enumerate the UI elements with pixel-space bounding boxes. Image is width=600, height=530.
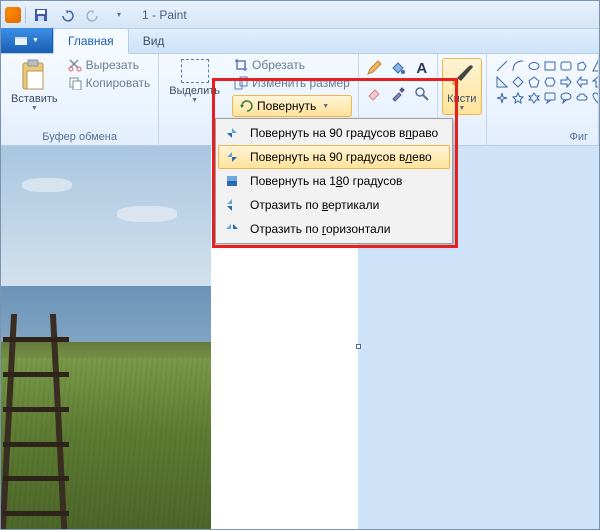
copy-button[interactable]: Копировать xyxy=(66,75,153,91)
clipboard-icon xyxy=(19,59,49,91)
menu-rotate-right-90[interactable]: Повернуть на 90 градусов вправо xyxy=(218,121,450,145)
magnifier-icon xyxy=(414,86,430,102)
file-menu-button[interactable]: ▼ xyxy=(1,28,53,53)
resize-button[interactable]: Изменить размер xyxy=(232,75,352,91)
shape-star5-icon[interactable] xyxy=(511,91,525,105)
group-shapes: Фиг xyxy=(487,54,599,145)
cut-button[interactable]: Вырезать xyxy=(66,57,153,73)
rotate-icon xyxy=(239,99,253,113)
flip-horizontal-icon xyxy=(224,221,240,237)
eyedropper-icon xyxy=(390,86,406,102)
shape-diamond-icon[interactable] xyxy=(511,75,525,89)
rotate-menu: Повернуть на 90 градусов вправо Повернут… xyxy=(215,118,453,244)
chevron-down-icon: ▼ xyxy=(32,37,39,44)
fill-tool[interactable] xyxy=(387,57,409,79)
copy-label: Копировать xyxy=(86,76,151,90)
shape-arrow-left-icon[interactable] xyxy=(575,75,589,89)
eraser-tool[interactable] xyxy=(363,83,385,105)
cut-label: Вырезать xyxy=(86,58,139,72)
rotate-left-icon xyxy=(224,149,240,165)
shape-polygon-icon[interactable] xyxy=(575,59,589,73)
zoom-tool[interactable] xyxy=(411,83,433,105)
qat-customize-button[interactable]: ▾ xyxy=(108,4,130,26)
shape-line-icon[interactable] xyxy=(495,59,509,73)
resize-icon xyxy=(234,76,248,90)
rotate-button[interactable]: Повернуть ▼ xyxy=(232,95,352,117)
rotate-180-icon xyxy=(224,173,240,189)
paste-label: Вставить xyxy=(11,93,58,105)
shape-arrow-up-icon[interactable] xyxy=(591,75,599,89)
rotate-label: Повернуть xyxy=(257,99,316,113)
shape-callout-round-icon[interactable] xyxy=(559,91,573,105)
shape-rect-icon[interactable] xyxy=(543,59,557,73)
brushes-button[interactable]: Кисти ▼ xyxy=(442,58,482,115)
shape-oval-icon[interactable] xyxy=(527,59,541,73)
menu-flip-vertical[interactable]: Отразить по вертикали xyxy=(218,193,450,217)
titlebar: ▾ 1 - Paint xyxy=(1,1,599,29)
group-clipboard: Вставить ▼ Вырезать Копировать Буфер обм… xyxy=(1,54,159,145)
shape-roundrect-icon[interactable] xyxy=(559,59,573,73)
menu-rotate-right-90-label: Повернуть на 90 градусов вправо xyxy=(250,126,438,140)
save-button[interactable] xyxy=(30,4,52,26)
select-icon xyxy=(181,59,209,83)
pencil-icon xyxy=(366,60,382,76)
chevron-down-icon: ▼ xyxy=(458,105,465,112)
menu-rotate-180[interactable]: Повернуть на 180 градусов xyxy=(218,169,450,193)
shape-cloud-icon[interactable] xyxy=(575,91,589,105)
chevron-down-icon: ▼ xyxy=(322,103,329,110)
shape-star4-icon[interactable] xyxy=(495,91,509,105)
select-button[interactable]: Выделить ▼ xyxy=(165,57,224,106)
shapes-gallery[interactable] xyxy=(493,57,592,107)
shape-triangle-icon[interactable] xyxy=(591,59,599,73)
tab-main[interactable]: Главная xyxy=(53,28,129,54)
flip-vertical-icon xyxy=(224,197,240,213)
select-label: Выделить xyxy=(169,85,220,97)
group-shapes-label: Фиг xyxy=(493,131,592,143)
pencil-tool[interactable] xyxy=(363,57,385,79)
copy-icon xyxy=(68,76,82,90)
shape-pentagon-icon[interactable] xyxy=(527,75,541,89)
separator xyxy=(25,7,26,23)
crop-icon xyxy=(234,58,248,72)
eraser-icon xyxy=(366,86,382,102)
menu-flip-horizontal[interactable]: Отразить по горизонтали xyxy=(218,217,450,241)
crop-label: Обрезать xyxy=(252,58,305,72)
shape-heart-icon[interactable] xyxy=(591,91,599,105)
shape-curve-icon[interactable] xyxy=(511,59,525,73)
ribbon-tabs: ▼ Главная Вид xyxy=(1,29,599,54)
shape-arrow-right-icon[interactable] xyxy=(559,75,573,89)
window-title: 1 - Paint xyxy=(142,8,187,22)
menu-flip-vertical-label: Отразить по вертикали xyxy=(250,198,379,212)
shape-rtriangle-icon[interactable] xyxy=(495,75,509,89)
scissors-icon xyxy=(68,58,82,72)
resize-handle[interactable] xyxy=(356,344,361,349)
shape-callout-icon[interactable] xyxy=(543,91,557,105)
rotate-right-icon xyxy=(224,125,240,141)
menu-rotate-180-label: Повернуть на 180 градусов xyxy=(250,174,402,188)
resize-label: Изменить размер xyxy=(252,76,350,90)
picker-tool[interactable] xyxy=(387,83,409,105)
shape-star6-icon[interactable] xyxy=(527,91,541,105)
bucket-icon xyxy=(390,60,406,76)
undo-button[interactable] xyxy=(56,4,78,26)
group-clipboard-label: Буфер обмена xyxy=(7,131,152,143)
chevron-down-icon: ▼ xyxy=(31,105,38,112)
brush-icon xyxy=(447,61,477,91)
redo-button[interactable] xyxy=(82,4,104,26)
paint-logo-icon xyxy=(5,7,21,23)
menu-flip-horizontal-label: Отразить по горизонтали xyxy=(250,222,390,236)
canvas-image xyxy=(1,146,211,529)
menu-rotate-left-90-label: Повернуть на 90 градусов влево xyxy=(250,150,432,164)
chevron-down-icon: ▼ xyxy=(191,97,198,104)
paint-window: ▾ 1 - Paint ▼ Главная Вид Вставить ▼ xyxy=(0,0,600,530)
shape-hexagon-icon[interactable] xyxy=(543,75,557,89)
paste-button[interactable]: Вставить ▼ xyxy=(7,57,62,114)
text-tool[interactable]: A xyxy=(411,57,433,79)
text-icon: A xyxy=(416,60,427,77)
tab-view[interactable]: Вид xyxy=(129,29,179,53)
brushes-label: Кисти xyxy=(447,93,476,105)
menu-rotate-left-90[interactable]: Повернуть на 90 градусов влево xyxy=(218,145,450,169)
crop-button[interactable]: Обрезать xyxy=(232,57,352,73)
